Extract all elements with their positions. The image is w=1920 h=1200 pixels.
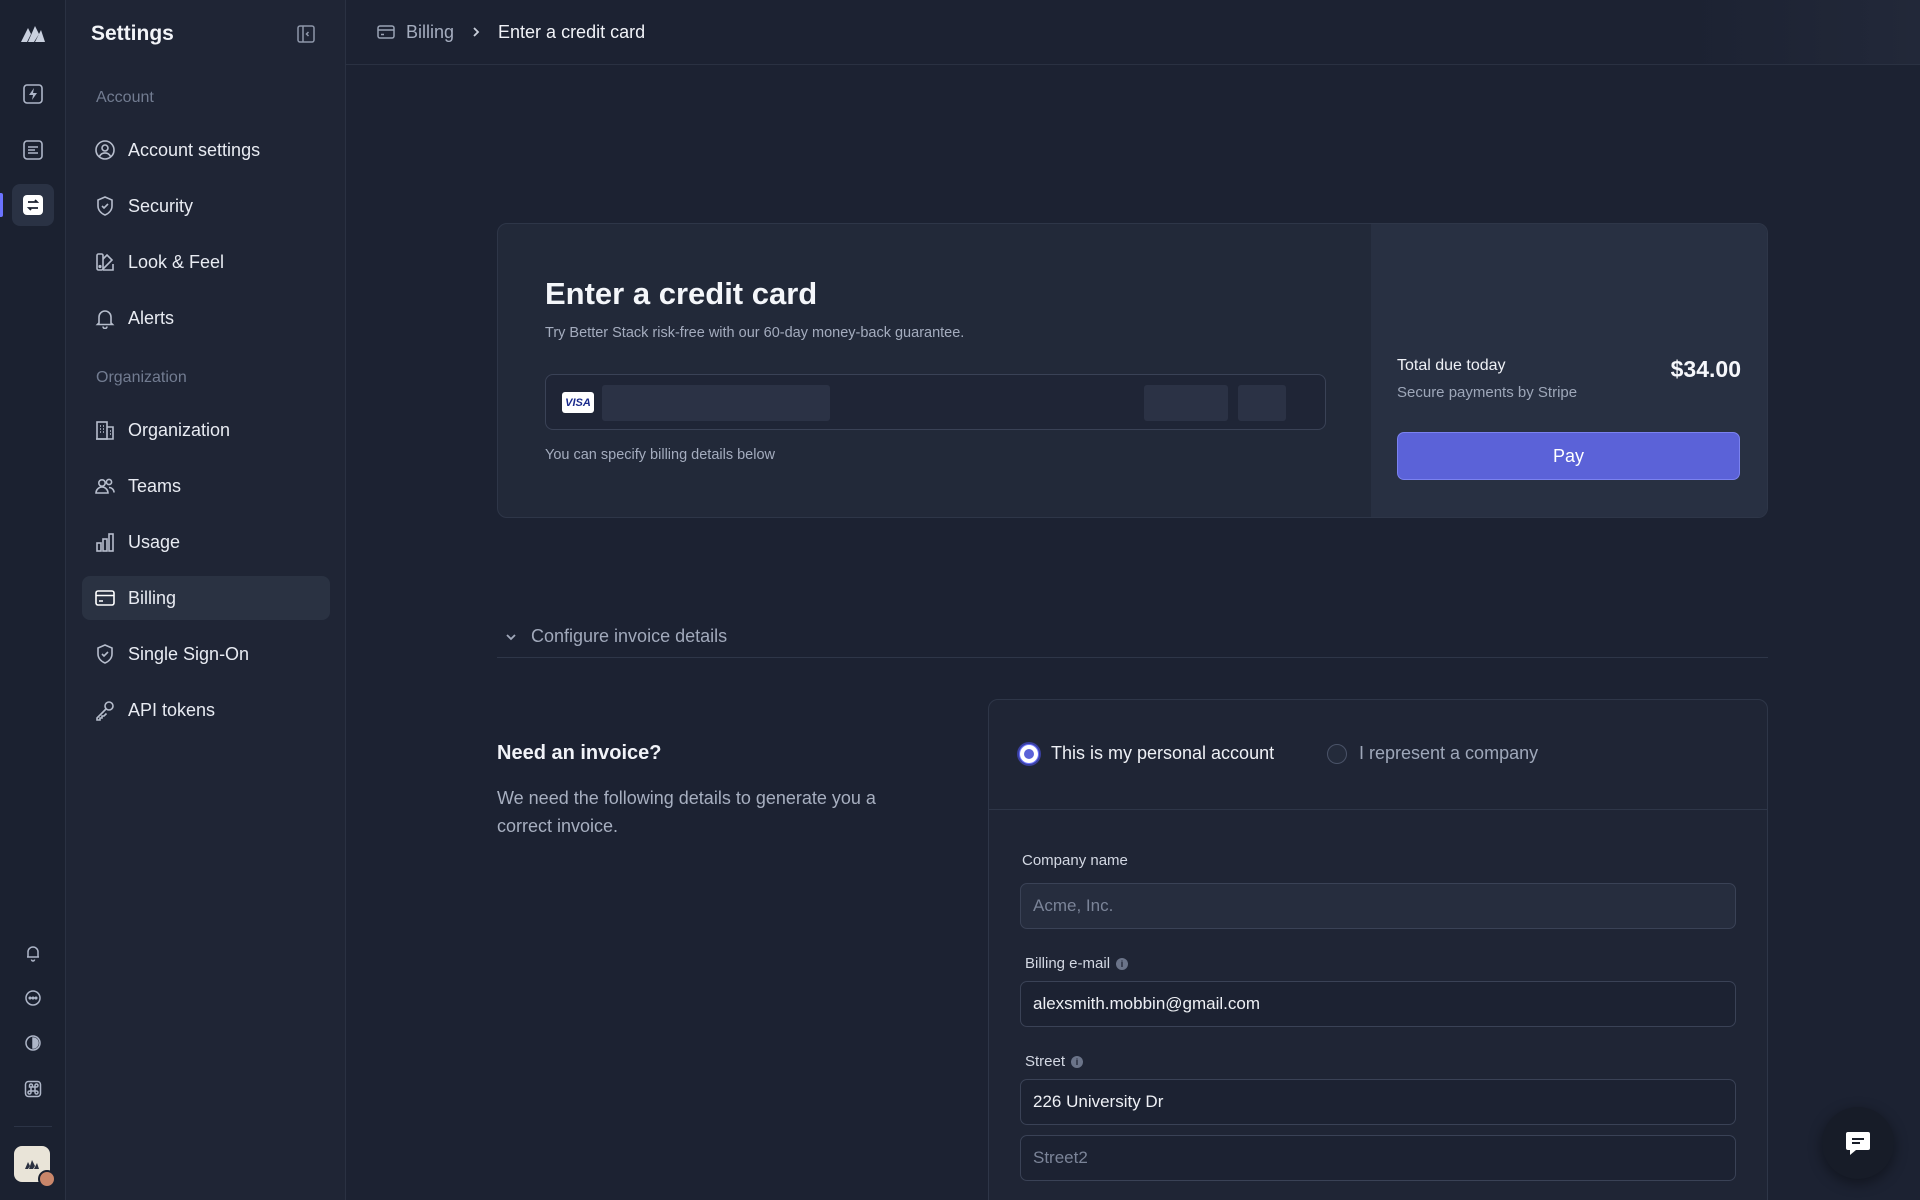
breadcrumb-current: Enter a credit card xyxy=(498,21,646,42)
visa-icon: VISA xyxy=(562,392,594,413)
breadcrumb-billing-link[interactable]: Billing xyxy=(406,22,454,43)
billing-email-input[interactable] xyxy=(1020,981,1736,1027)
bolt-icon[interactable] xyxy=(12,73,54,115)
pay-button[interactable]: Pay xyxy=(1397,432,1740,480)
info-icon[interactable]: i xyxy=(1071,1055,1084,1068)
logo-icon[interactable] xyxy=(12,12,54,54)
user-circle-icon xyxy=(94,139,116,161)
command-icon[interactable] xyxy=(12,1068,54,1110)
bell-icon xyxy=(94,307,116,329)
radio-label: This is my personal account xyxy=(1051,743,1275,763)
sidebar-item-label: Alerts xyxy=(128,307,175,328)
chat-button[interactable] xyxy=(1822,1107,1894,1179)
invoice-title: Need an invoice? xyxy=(497,742,662,764)
section-organization: Organization xyxy=(96,369,187,386)
account-type-group: This is my personal account I represent … xyxy=(989,700,1767,810)
section-account: Account xyxy=(96,89,154,106)
sidebar-item-label: Usage xyxy=(128,531,181,552)
radio-selected-icon xyxy=(1019,743,1039,764)
avatar[interactable] xyxy=(14,1146,56,1188)
rail-divider xyxy=(14,1126,52,1127)
users-icon xyxy=(94,475,116,497)
sidebar-item-usage[interactable]: Usage xyxy=(82,520,330,564)
payment-subtitle: Try Better Stack risk-free with our 60-d… xyxy=(545,325,965,341)
card-number-field[interactable] xyxy=(602,385,830,421)
sidebar-item-alerts[interactable]: Alerts xyxy=(82,296,330,340)
card-cvc-field[interactable] xyxy=(1238,385,1286,421)
sidebar-item-single-sign-on[interactable]: Single Sign-On xyxy=(82,632,330,676)
shield-check-icon xyxy=(94,195,116,217)
radio-label: I represent a company xyxy=(1359,743,1539,763)
sidebar-item-api-tokens[interactable]: API tokens xyxy=(82,688,330,732)
sidebar-item-label: Teams xyxy=(128,475,182,496)
payment-card: Enter a credit card Try Better Stack ris… xyxy=(497,223,1768,518)
half-circle-icon[interactable] xyxy=(12,1022,54,1064)
company-name-input[interactable] xyxy=(1020,883,1736,929)
invoice-description: We need the following details to generat… xyxy=(497,788,876,836)
credit-card-icon xyxy=(376,22,396,42)
shield-check-icon xyxy=(94,643,116,665)
rail-active-indicator xyxy=(0,193,3,217)
sidebar-item-account-settings[interactable]: Account settings xyxy=(82,128,330,172)
chevron-right-icon xyxy=(470,26,482,38)
company-account-radio[interactable]: I represent a company xyxy=(1327,743,1538,764)
sidebar-item-billing[interactable]: Billing xyxy=(82,576,330,620)
radio-unselected-icon xyxy=(1327,743,1347,764)
sidebar-item-label: Billing xyxy=(128,587,177,608)
sidebar-item-label: Organization xyxy=(128,419,231,440)
sidebar-item-look-and-feel[interactable]: Look & Feel xyxy=(82,240,330,284)
total-label: Total due today xyxy=(1397,357,1506,374)
personal-account-radio[interactable]: This is my personal account xyxy=(1019,743,1274,764)
card-expiry-field[interactable] xyxy=(1144,385,1228,421)
company-name-label: Company name xyxy=(1022,852,1128,869)
total-amount: $34.00 xyxy=(1670,356,1741,382)
sidebar-item-organization[interactable]: Organization xyxy=(82,408,330,452)
secure-label: Secure payments by Stripe xyxy=(1397,384,1578,401)
sidebar-item-label: Single Sign-On xyxy=(128,643,250,664)
payment-form: Enter a credit card Try Better Stack ris… xyxy=(498,224,1371,517)
street-input[interactable] xyxy=(1020,1079,1736,1125)
sidebar-item-label: Look & Feel xyxy=(128,251,225,272)
invoice-details-accordion[interactable]: Configure invoice details xyxy=(497,616,1768,658)
info-icon[interactable]: i xyxy=(1116,957,1129,970)
invoice-form: This is my personal account I represent … xyxy=(988,699,1768,1200)
street-label: Street i xyxy=(1025,1053,1084,1070)
sidebar-item-label: API tokens xyxy=(128,699,216,720)
document-icon[interactable] xyxy=(12,129,54,171)
chat-icon[interactable] xyxy=(12,977,54,1019)
sidebar-title: Settings xyxy=(91,22,174,45)
street2-input[interactable] xyxy=(1020,1135,1736,1181)
accordion-label: Configure invoice details xyxy=(531,626,728,646)
chat-bubble-icon xyxy=(1846,1132,1870,1155)
billing-hint: You can specify billing details below xyxy=(545,447,775,463)
payment-summary: Total due today Secure payments by Strip… xyxy=(1371,224,1767,517)
street-label-text: Street xyxy=(1025,1053,1066,1070)
bar-chart-icon xyxy=(94,531,116,553)
company-name-label-text: Company name xyxy=(1022,852,1128,869)
credit-card-icon xyxy=(94,587,116,609)
collapse-sidebar-icon[interactable] xyxy=(296,24,316,44)
billing-email-label: Billing e-mail i xyxy=(1025,955,1129,972)
palette-icon xyxy=(94,251,116,273)
key-icon xyxy=(94,699,116,721)
settings-sidebar: Settings Account Account settings Securi… xyxy=(66,0,346,1200)
user-avatar-badge xyxy=(38,1170,56,1188)
sidebar-item-label: Account settings xyxy=(128,139,261,160)
switch-icon[interactable] xyxy=(12,184,54,226)
card-number-input[interactable]: VISA xyxy=(545,374,1326,430)
bell-icon[interactable] xyxy=(12,932,54,974)
billing-email-label-text: Billing e-mail xyxy=(1025,955,1111,972)
page-title: Enter a credit card xyxy=(545,276,818,311)
sidebar-item-security[interactable]: Security xyxy=(82,184,330,228)
breadcrumb: Billing Enter a credit card xyxy=(346,0,1920,65)
app-rail xyxy=(0,0,66,1200)
sidebar-item-label: Security xyxy=(128,195,194,216)
sidebar-item-teams[interactable]: Teams xyxy=(82,464,330,508)
chevron-down-icon xyxy=(503,629,519,645)
building-icon xyxy=(94,419,116,441)
